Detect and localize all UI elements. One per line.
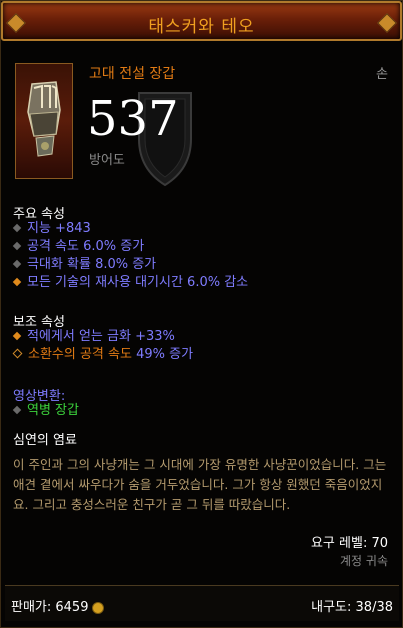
sell-text: 판매가: 6459 <box>11 600 89 615</box>
required-level: 요구 레벨: 70 <box>310 536 388 551</box>
item-image-frame <box>15 63 73 179</box>
sell-value: 판매가: 6459 <box>11 596 105 615</box>
transmog-stat: 역병 장갑 <box>12 402 79 420</box>
secondary-stat: 적에게서 얻는 금화 +33% <box>12 328 175 346</box>
bullet-diamond-icon <box>12 241 22 250</box>
item-tooltip: 태스커와 테오 고대 전설 장갑 손 537 방어도 주요 속성 지능 +843… <box>0 0 403 628</box>
primary-stat: 극대화 확률 8.0% 증가 <box>12 256 157 274</box>
stat-text: 지능 +843 <box>27 221 91 236</box>
tooltip-footer: 판매가: 6459 내구도: 38/38 <box>5 585 399 621</box>
primary-stat: 공격 속도 6.0% 증가 <box>12 238 145 256</box>
bullet-diamond-outline-icon <box>12 348 23 359</box>
bullet-diamond-icon <box>12 259 22 268</box>
dye-heading: 심연의 염료 <box>13 433 77 448</box>
stat-text: 모든 기술의 재사용 대기시간 6.0% 감소 <box>27 275 249 290</box>
bullet-diamond-icon <box>12 277 22 286</box>
stat-text: 극대화 확률 8.0% 증가 <box>27 257 157 272</box>
account-bound: 계정 귀속 <box>340 554 388 568</box>
transmog-value: 역병 장갑 <box>27 403 79 418</box>
flavor-text: 이 주인과 그의 사냥개는 그 시대에 가장 유명한 사냥꾼이었습니다. 그는 … <box>13 457 387 512</box>
gold-coin-icon <box>92 601 105 614</box>
item-slot: 손 <box>376 67 388 82</box>
stat-text: 소환수의 공격 속도 <box>28 347 132 362</box>
primary-stat: 지능 +843 <box>12 220 91 238</box>
primary-stat: 모든 기술의 재사용 대기시간 6.0% 감소 <box>12 274 249 292</box>
tooltip-header: 태스커와 테오 <box>1 1 402 41</box>
armor-label: 방어도 <box>89 153 125 168</box>
bullet-diamond-icon <box>12 405 22 414</box>
bullet-diamond-icon <box>12 331 22 340</box>
durability: 내구도: 38/38 <box>311 600 393 615</box>
secondary-stat: 소환수의 공격 속도 49% 증가 <box>12 346 194 364</box>
bullet-diamond-icon <box>12 223 22 232</box>
item-title: 태스커와 테오 <box>148 17 255 37</box>
stat-value: 49% 증가 <box>136 347 194 362</box>
item-quality-type: 고대 전설 장갑 <box>89 66 176 82</box>
gauntlet-icon <box>27 81 61 157</box>
stat-text: 공격 속도 6.0% 증가 <box>27 239 145 254</box>
armor-value: 537 <box>87 91 179 147</box>
stat-text: 적에게서 얻는 금화 +33% <box>27 329 175 344</box>
